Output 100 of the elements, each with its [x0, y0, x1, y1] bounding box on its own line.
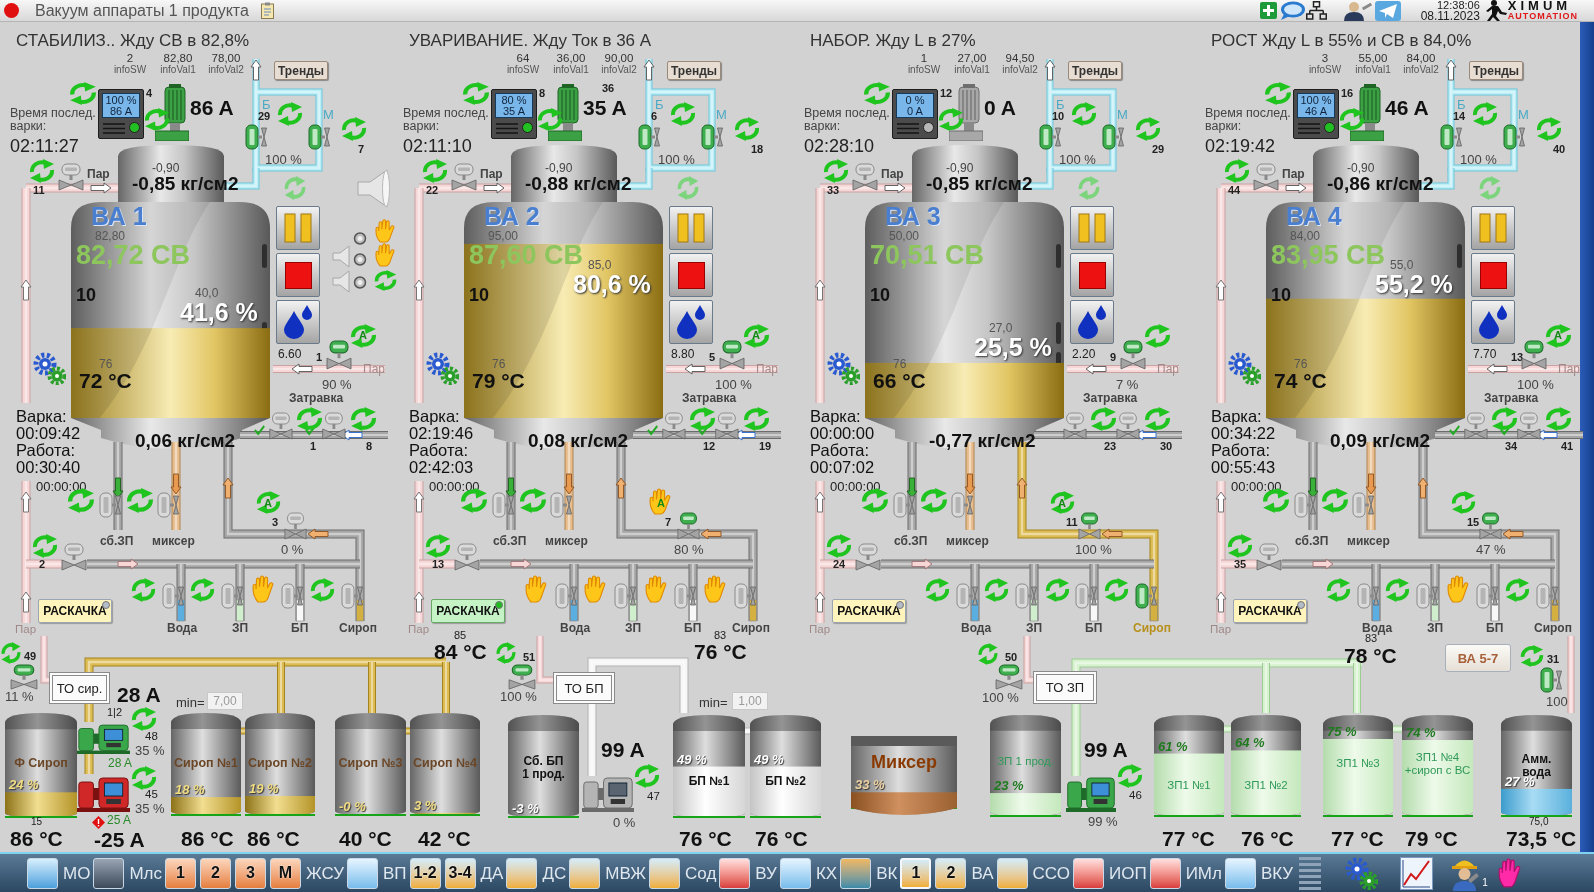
- trends-button[interactable]: Тренды: [1469, 61, 1523, 80]
- valve-icon[interactable]: [508, 664, 536, 690]
- drive-panel[interactable]: 100 % 46 A: [1293, 89, 1339, 139]
- recycle-icon[interactable]: [1338, 108, 1366, 131]
- valve-icon[interactable]: [281, 582, 303, 610]
- settings-icon[interactable]: [1345, 856, 1379, 890]
- valve-icon[interactable]: [492, 491, 514, 519]
- app-label[interactable]: МО: [63, 864, 91, 882]
- app-button[interactable]: 2: [935, 857, 967, 889]
- trends-button[interactable]: Тренды: [1068, 61, 1122, 80]
- valve-icon[interactable]: [254, 412, 293, 440]
- pause-button[interactable]: [276, 206, 320, 250]
- hand-icon[interactable]: [375, 219, 396, 243]
- valve-icon[interactable]: [1449, 412, 1488, 440]
- valve-icon[interactable]: [221, 582, 243, 610]
- recycle-icon[interactable]: [536, 108, 564, 131]
- app-label[interactable]: ДС: [542, 864, 567, 882]
- pause-button[interactable]: [1070, 206, 1114, 250]
- app-icon[interactable]: [1224, 857, 1256, 889]
- app-label[interactable]: Сод: [685, 864, 717, 882]
- valve-icon[interactable]: [701, 123, 723, 151]
- valve-icon[interactable]: [1476, 582, 1498, 610]
- app-label[interactable]: ССО: [1032, 864, 1070, 882]
- app-icon[interactable]: [347, 857, 378, 889]
- valve-icon[interactable]: [245, 123, 267, 151]
- valve-icon[interactable]: [1440, 123, 1462, 151]
- valve-icon[interactable]: [305, 412, 346, 440]
- valve-icon[interactable]: [341, 582, 363, 610]
- valve-icon[interactable]: [1256, 543, 1282, 571]
- app-icon[interactable]: [649, 857, 681, 889]
- hand-icon[interactable]: [252, 575, 275, 603]
- app-icon[interactable]: [1072, 857, 1104, 889]
- valve-icon[interactable]: [677, 512, 700, 540]
- valve-icon[interactable]: [614, 582, 636, 610]
- valve-icon[interactable]: [1540, 666, 1562, 694]
- hand-icon[interactable]: [645, 575, 668, 603]
- valve-icon[interactable]: [162, 582, 184, 610]
- app-icon[interactable]: [27, 857, 58, 889]
- settings-icon[interactable]: [1228, 352, 1261, 385]
- valve-icon[interactable]: [308, 123, 330, 151]
- recycle-icon[interactable]: [143, 108, 171, 131]
- valve-icon[interactable]: [1536, 582, 1558, 610]
- valve-icon[interactable]: [995, 664, 1023, 690]
- recycle-icon[interactable]: [937, 108, 965, 131]
- water-button[interactable]: [669, 300, 713, 344]
- stop-button[interactable]: [276, 253, 320, 297]
- motor-icon[interactable]: [548, 84, 582, 141]
- valve-icon[interactable]: [1120, 340, 1146, 370]
- app-label[interactable]: Млс: [129, 864, 162, 882]
- add-icon[interactable]: [1259, 2, 1277, 19]
- app-icon[interactable]: [569, 857, 601, 889]
- valve-icon[interactable]: [698, 412, 739, 440]
- app-label[interactable]: ЖСУ: [306, 864, 344, 882]
- app-label[interactable]: ДА: [480, 864, 504, 882]
- app-icon[interactable]: [840, 857, 872, 889]
- valve-icon[interactable]: [1521, 340, 1547, 370]
- app-label[interactable]: ВА: [971, 864, 994, 882]
- rocking-button[interactable]: РАСКАЧКА: [38, 599, 112, 623]
- app-label[interactable]: ИМл: [1185, 864, 1222, 882]
- speaker-icon[interactable]: [357, 168, 390, 209]
- motor-icon[interactable]: [155, 84, 189, 141]
- drive-panel[interactable]: 0 % 0 A: [892, 89, 938, 139]
- valve-icon[interactable]: [1357, 582, 1379, 610]
- drive-panel[interactable]: 80 % 35 A: [491, 89, 537, 139]
- valve-icon[interactable]: [1503, 123, 1525, 151]
- valve-icon[interactable]: [99, 491, 121, 519]
- valve-icon[interactable]: [1135, 582, 1157, 610]
- valve-icon[interactable]: [1078, 512, 1101, 540]
- link-button[interactable]: ВА 5-7: [1445, 644, 1511, 672]
- valve-icon[interactable]: [956, 582, 978, 610]
- hand-icon[interactable]: [704, 575, 727, 603]
- settings-icon[interactable]: [827, 352, 860, 385]
- settings-icon[interactable]: [33, 352, 66, 385]
- hand-icon[interactable]: [584, 575, 607, 603]
- app-icon[interactable]: [93, 857, 125, 889]
- rocking-button[interactable]: РАСКАЧКА: [832, 599, 906, 623]
- valve-icon[interactable]: [61, 543, 87, 571]
- app-icon[interactable]: [779, 857, 811, 889]
- trends-button[interactable]: Тренды: [274, 61, 328, 80]
- valve-icon[interactable]: [10, 664, 38, 690]
- water-button[interactable]: [1070, 300, 1114, 344]
- app-icon[interactable]: [996, 857, 1028, 889]
- rocking-button[interactable]: РАСКАЧКА: [1233, 599, 1307, 623]
- app-label[interactable]: ВК: [876, 864, 898, 882]
- valve-icon[interactable]: [555, 582, 577, 610]
- pause-button[interactable]: [1471, 206, 1515, 250]
- hand-icon[interactable]: [1447, 575, 1470, 603]
- valve-icon[interactable]: [550, 491, 572, 519]
- app-icon[interactable]: [1149, 857, 1181, 889]
- valve-icon[interactable]: [1253, 163, 1279, 191]
- valve-icon[interactable]: [326, 340, 352, 370]
- rocking-button[interactable]: РАСКАЧКА: [431, 599, 505, 623]
- chart-icon[interactable]: [1400, 856, 1434, 890]
- chat-icon[interactable]: [1278, 1, 1305, 20]
- valve-icon[interactable]: [1116, 412, 1140, 440]
- pause-button[interactable]: [669, 206, 713, 250]
- stop-button[interactable]: [1471, 253, 1515, 297]
- stop-button[interactable]: [1070, 253, 1114, 297]
- heat-exchanger[interactable]: ТО сир.: [49, 672, 110, 704]
- trends-button[interactable]: Тренды: [667, 61, 721, 80]
